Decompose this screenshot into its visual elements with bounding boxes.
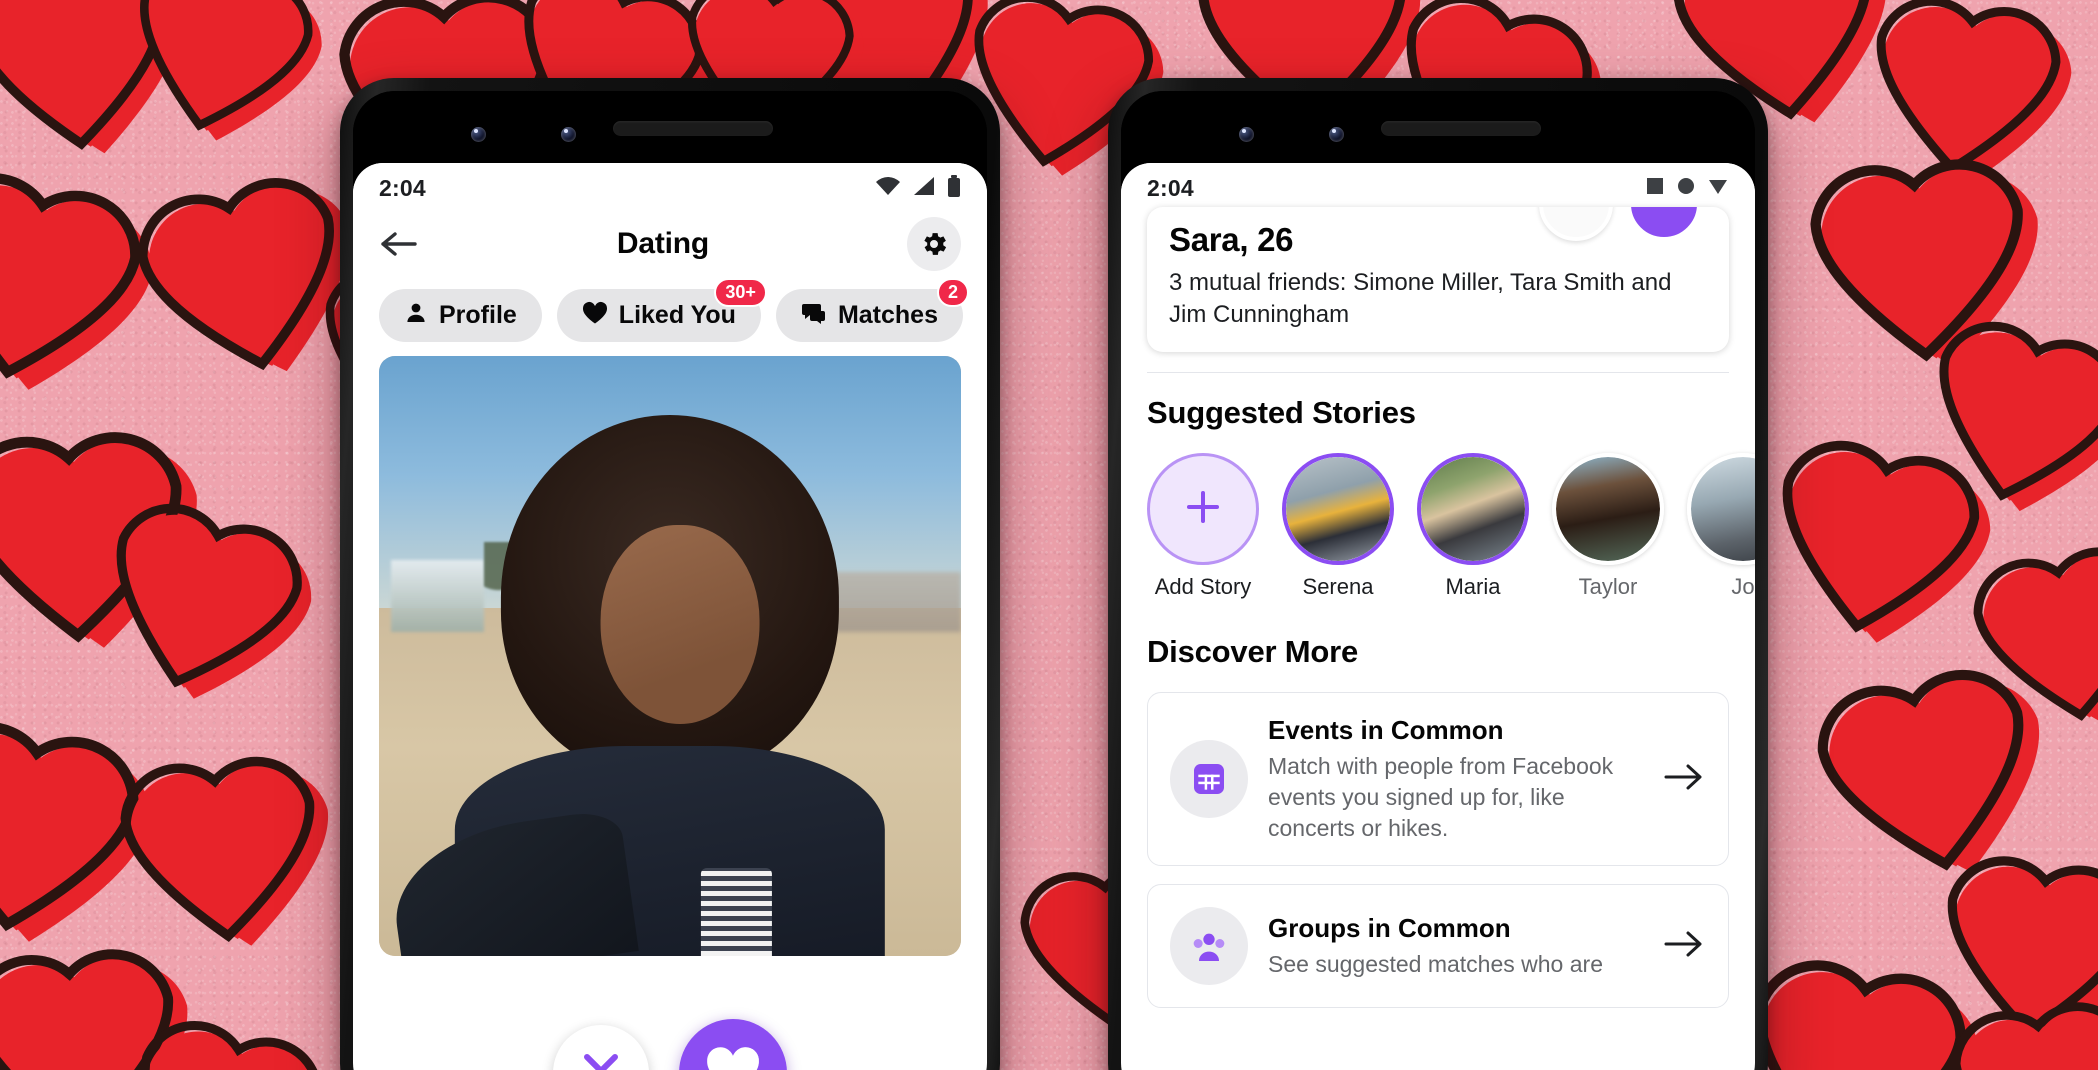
wifi-icon	[875, 176, 901, 201]
story-item-maria[interactable]: Maria	[1417, 453, 1529, 600]
people-group-icon	[1170, 907, 1248, 986]
front-camera-icon	[1239, 127, 1254, 142]
story-label: Maria	[1445, 574, 1501, 600]
add-story-ring	[1147, 453, 1259, 566]
discover-card-title: Events in Common	[1268, 715, 1504, 746]
plus-icon	[1180, 484, 1226, 535]
match-photo-card[interactable]	[379, 356, 961, 956]
earpiece-speaker	[1381, 121, 1541, 136]
tab-matches[interactable]: Matches 2	[775, 278, 969, 342]
tab-profile-label: Profile	[439, 301, 517, 329]
x-icon	[578, 1048, 624, 1070]
dating-tab-bar: Profile Liked You 30+ Matches 2	[353, 278, 987, 356]
right-phone-device: 2:04 Sara, 26 3 mutual friends: Simone M…	[1108, 78, 1768, 1070]
story-ring	[1282, 453, 1394, 566]
square-icon	[1645, 176, 1665, 201]
tab-liked-you[interactable]: Liked You 30+	[556, 278, 767, 342]
discover-card-subtitle: See suggested matches who are	[1268, 950, 1603, 977]
status-time: 2:04	[1147, 174, 1194, 201]
match-action-row	[353, 1019, 987, 1070]
story-label: Taylor	[1578, 574, 1638, 600]
left-phone-device: 2:04 Dating Profile Liked You 30+ Matche…	[340, 78, 1000, 1070]
story-ring	[1552, 453, 1664, 566]
discover-card-groups-in-common[interactable]: Groups in Common See suggested matches w…	[1147, 884, 1729, 1009]
right-phone-content: Sara, 26 3 mutual friends: Simone Miller…	[1121, 207, 1755, 1009]
tab-matches-label: Matches	[837, 301, 938, 329]
liked-you-badge: 30+	[714, 278, 767, 308]
back-arrow-icon[interactable]	[379, 224, 419, 264]
profile-photo	[379, 356, 961, 956]
suggested-stories-title: Suggested Stories	[1147, 395, 1416, 431]
story-thumbnail	[1691, 457, 1755, 562]
story-item-taylor[interactable]: Taylor	[1552, 453, 1664, 600]
triangle-down-icon	[1707, 176, 1729, 201]
story-label: Serena	[1302, 574, 1374, 600]
photo-subject-arm	[384, 807, 638, 956]
avatar	[1539, 207, 1613, 241]
pass-button[interactable]	[553, 1025, 649, 1070]
left-phone-viewport: 2:04 Dating Profile Liked You 30+ Matche…	[353, 163, 987, 1070]
page-title: Dating	[616, 227, 710, 260]
suggested-stories-list[interactable]: Add Story Serena Maria Taylor Jo	[1121, 431, 1755, 600]
cellular-signal-icon	[912, 176, 936, 201]
discover-more-title: Discover More	[1147, 634, 1359, 670]
heart-icon	[582, 301, 608, 330]
battery-icon	[947, 174, 961, 202]
story-ring	[1417, 453, 1529, 566]
discover-card-text: Events in Common Match with people from …	[1268, 715, 1642, 843]
arrow-right-icon[interactable]	[1662, 760, 1706, 799]
photo-subject-shirt	[700, 867, 773, 956]
right-phone-bezel	[1121, 91, 1755, 163]
discover-card-title: Groups in Common	[1268, 912, 1511, 943]
tab-profile[interactable]: Profile	[379, 289, 542, 342]
discover-card-subtitle: Match with people from Facebook events y…	[1268, 753, 1614, 841]
matches-badge: 2	[936, 278, 969, 308]
mutual-friend-avatars	[1539, 207, 1701, 241]
status-icon-group	[875, 174, 961, 202]
calendar-grid-icon	[1170, 740, 1248, 819]
left-phone-bezel	[353, 91, 987, 163]
story-label: Add Story	[1154, 574, 1252, 600]
story-item-add[interactable]: Add Story	[1147, 453, 1259, 600]
earpiece-speaker	[613, 121, 773, 136]
front-camera-icon	[471, 127, 486, 142]
photo-subject-face	[600, 525, 760, 725]
tab-liked-you-label: Liked You	[618, 301, 736, 329]
circle-icon	[1676, 176, 1696, 201]
right-phone-viewport: 2:04 Sara, 26 3 mutual friends: Simone M…	[1121, 163, 1755, 1070]
arrow-right-icon[interactable]	[1662, 927, 1706, 966]
discover-card-events-in-common[interactable]: Events in Common Match with people from …	[1147, 692, 1729, 867]
heart-icon	[705, 1045, 761, 1070]
story-label: Jo	[1731, 574, 1755, 600]
front-camera-secondary-icon	[561, 127, 576, 142]
story-thumbnail	[1286, 457, 1390, 562]
story-thumbnail	[1421, 457, 1525, 562]
match-profile-card[interactable]: Sara, 26 3 mutual friends: Simone Miller…	[1147, 207, 1729, 353]
right-phone-screen-frame: 2:04 Sara, 26 3 mutual friends: Simone M…	[1121, 91, 1755, 1070]
chat-bubbles-icon	[801, 301, 827, 330]
story-item-serena[interactable]: Serena	[1282, 453, 1394, 600]
story-ring	[1687, 453, 1755, 566]
like-button[interactable]	[679, 1019, 787, 1070]
dating-app-header: Dating	[353, 207, 987, 281]
mutual-friends-text: 3 mutual friends: Simone Miller, Tara Sm…	[1169, 269, 1672, 328]
discover-card-text: Groups in Common See suggested matches w…	[1268, 913, 1642, 980]
right-status-bar: 2:04	[1121, 163, 1755, 207]
person-icon	[404, 301, 428, 330]
status-time: 2:04	[379, 174, 426, 201]
front-camera-secondary-icon	[1329, 127, 1344, 142]
gear-icon[interactable]	[906, 217, 961, 271]
status-icon-group	[1645, 176, 1729, 201]
background-pattern	[0, 0, 2098, 1070]
story-item-jo[interactable]: Jo	[1687, 453, 1755, 600]
left-status-bar: 2:04	[353, 163, 987, 207]
left-phone-screen-frame: 2:04 Dating Profile Liked You 30+ Matche…	[353, 91, 987, 1070]
avatar	[1627, 207, 1701, 241]
photo-subject	[384, 404, 926, 956]
story-thumbnail	[1556, 457, 1660, 562]
